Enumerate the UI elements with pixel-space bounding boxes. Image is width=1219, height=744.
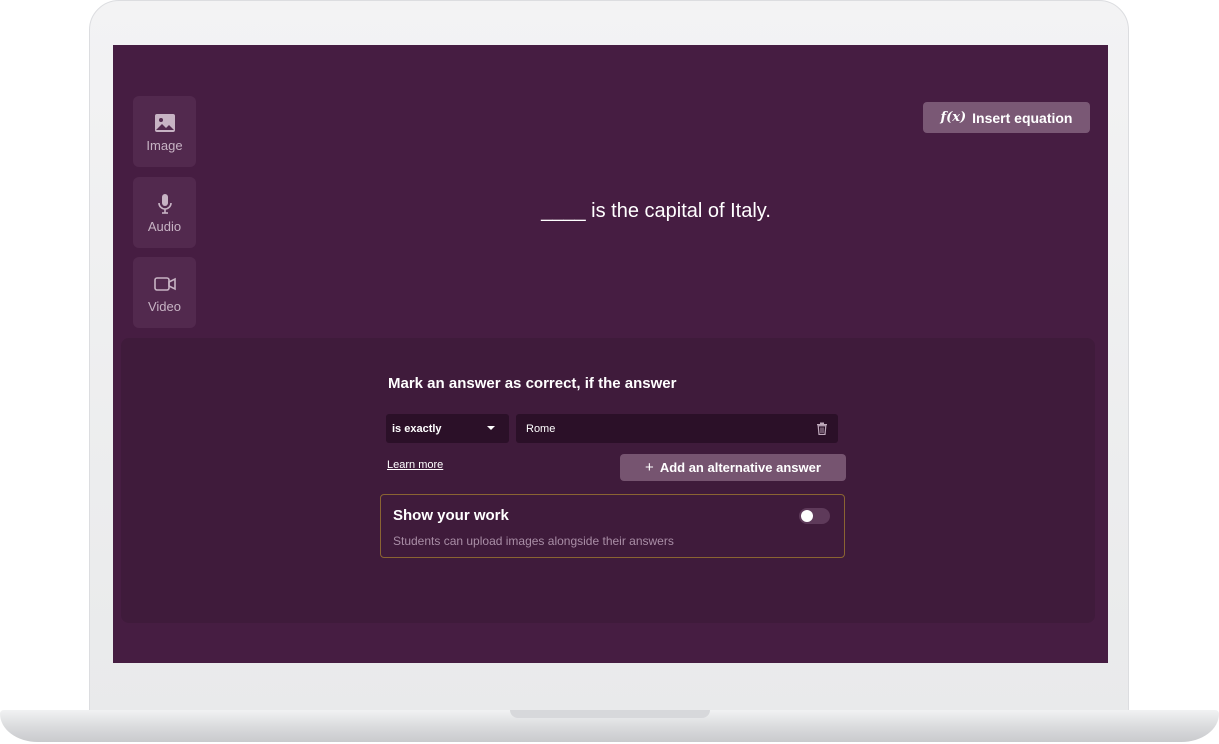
- learn-more-link[interactable]: Learn more: [387, 459, 443, 471]
- video-button[interactable]: Video: [133, 257, 196, 328]
- toggle-knob: [801, 510, 813, 522]
- add-alternative-answer-button[interactable]: + Add an alternative answer: [620, 454, 846, 481]
- trash-icon[interactable]: [816, 422, 828, 435]
- app-screen: Image Audio Video f(x) Insert equation _…: [113, 45, 1108, 663]
- show-your-work-card: Show your work Students can upload image…: [380, 494, 845, 558]
- answer-condition-select[interactable]: is exactly: [386, 414, 509, 443]
- show-your-work-toggle[interactable]: [799, 508, 830, 524]
- plus-icon: +: [645, 459, 654, 476]
- insert-equation-button[interactable]: f(x) Insert equation: [923, 102, 1090, 133]
- function-icon: f(x): [940, 110, 967, 125]
- add-alternative-answer-label: Add an alternative answer: [659, 460, 821, 475]
- insert-equation-label: Insert equation: [972, 109, 1073, 126]
- answer-panel: Mark an answer as correct, if the answer…: [121, 338, 1095, 623]
- correct-answer-value: Rome: [526, 422, 556, 435]
- image-icon: [154, 113, 175, 132]
- correct-answer-input[interactable]: Rome: [516, 414, 838, 443]
- answer-condition-value: is exactly: [392, 422, 442, 435]
- video-camera-icon: [153, 276, 176, 291]
- question-text[interactable]: ____ is the capital of Italy.: [113, 200, 1108, 223]
- image-button[interactable]: Image: [133, 96, 196, 167]
- caret-down-icon: [487, 426, 495, 430]
- laptop-notch: [510, 710, 710, 718]
- show-your-work-description: Students can upload images alongside the…: [393, 534, 674, 548]
- video-button-label: Video: [147, 298, 181, 314]
- show-your-work-title: Show your work: [393, 507, 509, 524]
- image-button-label: Image: [146, 137, 183, 153]
- answer-panel-title: Mark an answer as correct, if the answer: [388, 375, 677, 392]
